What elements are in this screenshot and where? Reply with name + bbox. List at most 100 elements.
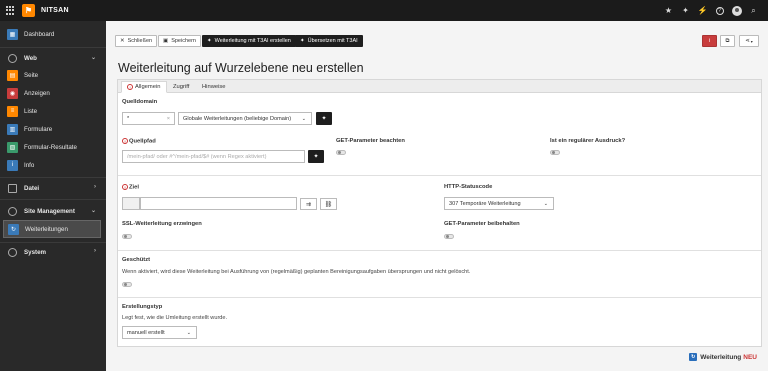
user-icon[interactable]: [728, 0, 745, 21]
new-badge: NEU: [743, 353, 757, 361]
gear-icon: [8, 247, 17, 257]
keep-get-label: GET-Parameter beibehalten: [444, 221, 520, 227]
t3ai-translate-button[interactable]: ✦ Übersetzen mit T3AI: [295, 35, 363, 47]
sidebar-item-dashboard[interactable]: ▦ Dashboard: [0, 25, 106, 43]
target-input[interactable]: [140, 197, 297, 210]
regex-toggle[interactable]: [550, 150, 560, 155]
error-icon: !: [122, 138, 128, 144]
close-icon: ✕: [120, 38, 125, 44]
link-icon: ⛓: [324, 201, 333, 208]
link-browser-icon: ⇉: [305, 201, 312, 208]
info-button[interactable]: i: [702, 35, 717, 47]
bolt-icon[interactable]: ⚡: [694, 0, 711, 21]
save-icon: ▣: [163, 38, 169, 44]
search-icon[interactable]: ⌕: [745, 0, 762, 21]
doc-header: ✕ Schließen ▣ Speichern ✦ Weiterleitung mit…: [106, 21, 768, 61]
tab-notes[interactable]: Hinweise: [197, 81, 231, 93]
chevron-down-icon: ⌄: [90, 55, 96, 61]
protected-description: Wenn aktiviert, wird diese Weiterleitung…: [122, 269, 471, 275]
source-domain-input[interactable]: * ×: [122, 112, 175, 125]
chevron-down-icon: ⌄: [301, 116, 306, 122]
source-path-label: ! Quellpfad: [122, 138, 156, 145]
sidebar-item-list[interactable]: ≡ Liste: [0, 102, 106, 120]
link-browser-button[interactable]: ⇉: [300, 198, 317, 210]
regex-label: Ist ein regulärer Ausdruck?: [550, 138, 626, 144]
sidebar-item-page[interactable]: ▤ Seite: [0, 66, 106, 84]
source-domain-wizard-button[interactable]: ✦: [316, 112, 332, 125]
source-domain-label: Quelldomain: [122, 99, 158, 105]
open-new-window-button[interactable]: ⧉: [720, 35, 735, 47]
creation-type-label: Erstellungstyp: [122, 304, 163, 310]
sparkle-icon[interactable]: ✦: [677, 0, 694, 21]
share-menu-button[interactable]: ⋖ ▾: [739, 35, 759, 47]
sidebar-item-view[interactable]: ◉ Anzeigen: [0, 84, 106, 102]
form-results-icon: ▧: [7, 141, 18, 153]
tab-general[interactable]: ! Allgemein: [121, 81, 167, 93]
sparkle-icon: ✦: [300, 38, 305, 44]
sidebar-group-site-management[interactable]: Site Management ⌄: [0, 202, 106, 220]
source-path-wizard-button[interactable]: ✦: [308, 150, 324, 163]
close-button[interactable]: ✕ Schließen: [115, 35, 158, 47]
source-domain-select[interactable]: Globale Weiterleitungen (beliebige Domai…: [178, 112, 312, 125]
save-button[interactable]: ▣ Speichern: [158, 35, 201, 47]
chevron-down-icon: ⌄: [90, 208, 96, 214]
status-code-select[interactable]: 307 Temporäre Weiterleitung ⌄: [444, 197, 554, 210]
get-params-label: GET-Parameter beachten: [336, 138, 405, 144]
topbar: ⚑ NITSAN ★ ✦ ⚡ ? ⌕: [0, 0, 768, 21]
record-form: ! Allgemein Zugriff Hinweise Quelldomain …: [117, 79, 762, 347]
sidebar-item-redirects[interactable]: ↻ Weiterleitungen: [3, 220, 101, 238]
sidebar-item-info[interactable]: i Info: [0, 156, 106, 174]
redirect-icon: ↻: [689, 353, 698, 361]
sidebar-item-form-results[interactable]: ▧ Formular-Resultate: [0, 138, 106, 156]
error-icon: !: [122, 184, 128, 190]
form-icon: ▥: [7, 123, 18, 135]
info-icon: i: [708, 38, 711, 44]
get-params-toggle[interactable]: [336, 150, 346, 155]
page-icon: ▤: [7, 69, 18, 81]
force-ssl-label: SSL-Weiterleitung erzwingen: [122, 221, 202, 227]
site-icon: [8, 206, 17, 216]
target-type-indicator: [122, 197, 140, 210]
chevron-down-icon: ⌄: [186, 330, 191, 336]
chevron-down-icon: ▾: [750, 38, 753, 44]
sidebar-group-web[interactable]: Web ⌄: [0, 49, 106, 67]
file-icon: [8, 183, 17, 193]
main-content: ✕ Schließen ▣ Speichern ✦ Weiterleitung mit…: [106, 21, 768, 371]
sidebar: ▦ Dashboard Web ⌄ ▤ Seite ◉ Anzeigen ≡ L…: [0, 21, 106, 371]
creation-type-select[interactable]: manuell erstellt ⌄: [122, 326, 197, 339]
sparkle-icon: ✦: [313, 154, 319, 160]
share-icon: ⋖: [745, 38, 750, 44]
chevron-right-icon: ›: [94, 248, 96, 254]
source-path-input[interactable]: /mein-pfad/ oder #^/mein-pfad/$# (wenn R…: [122, 150, 305, 163]
sidebar-group-system[interactable]: System ›: [0, 243, 106, 261]
typo3-logo-icon[interactable]: ⚑: [22, 4, 35, 17]
external-link-icon: ⧉: [725, 37, 730, 44]
tab-bar: ! Allgemein Zugriff Hinweise: [118, 80, 761, 93]
status-code-label: HTTP-Statuscode: [444, 184, 493, 190]
force-ssl-toggle[interactable]: [122, 234, 132, 239]
link-button[interactable]: ⛓: [320, 198, 337, 210]
record-info-footer: ↻ Weiterleitung NEU: [689, 353, 757, 361]
keep-get-toggle[interactable]: [444, 234, 454, 239]
star-icon[interactable]: ★: [660, 0, 677, 21]
chevron-right-icon: ›: [94, 184, 96, 190]
tab-access[interactable]: Zugriff: [168, 81, 194, 93]
protected-toggle[interactable]: [122, 282, 132, 287]
sparkle-icon: ✦: [321, 116, 327, 122]
redirect-icon: ↻: [8, 223, 19, 235]
t3ai-redirect-button[interactable]: ✦ Weiterleitung mit T3AI erstellen: [202, 35, 296, 47]
dashboard-icon: ▦: [7, 28, 18, 40]
help-icon[interactable]: ?: [711, 0, 728, 21]
error-icon: !: [127, 84, 133, 90]
creation-type-description: Legt fest, wie die Umleitung erstellt wu…: [122, 315, 228, 321]
page-title: Weiterleitung auf Wurzelebene neu erstel…: [118, 61, 364, 75]
site-name: NITSAN: [41, 7, 69, 14]
sidebar-group-file[interactable]: Datei ›: [0, 179, 106, 197]
sidebar-item-forms[interactable]: ▥ Formulare: [0, 120, 106, 138]
globe-icon: [8, 53, 17, 63]
info-icon: i: [7, 159, 18, 171]
app-grid-icon[interactable]: [6, 6, 15, 15]
eye-icon: ◉: [7, 87, 18, 99]
list-icon: ≡: [7, 105, 18, 117]
clear-icon[interactable]: ×: [167, 116, 170, 122]
